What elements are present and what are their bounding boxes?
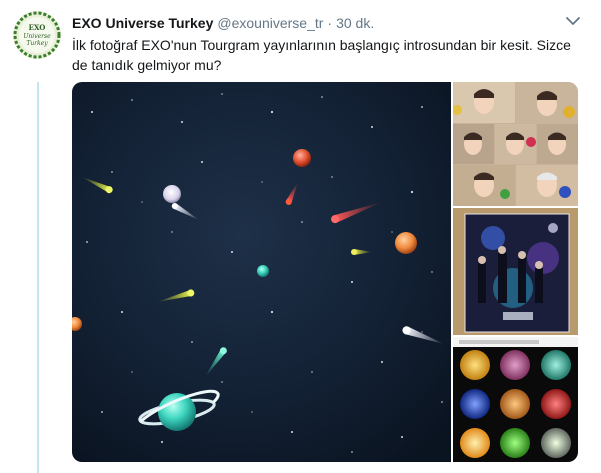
avatar[interactable]: EXO Universe Turkey [13, 11, 61, 59]
tweet-header: EXO Universe Turkey @exouniverse_tr · 30… [72, 13, 581, 33]
poster-image [453, 208, 578, 335]
media-photo-sun-grid[interactable] [453, 337, 578, 462]
media-grid [72, 82, 578, 462]
portrait-grid-image [453, 82, 578, 206]
media-photo-poster[interactable] [453, 208, 578, 335]
space-illustration [72, 82, 451, 462]
chevron-down-icon[interactable] [566, 16, 580, 26]
separator-dot: · [327, 15, 333, 31]
tweet-text: İlk fotoğraf EXO'nun Tourgram yayınların… [72, 37, 571, 73]
sun-grid-image [453, 337, 578, 462]
avatar-logo: EXO Universe Turkey [13, 11, 61, 59]
svg-text:Turkey: Turkey [26, 40, 48, 47]
thread-connector-line [37, 82, 39, 473]
user-handle[interactable]: @exouniverse_tr [217, 15, 323, 31]
display-name[interactable]: EXO Universe Turkey [72, 15, 213, 31]
svg-text:EXO: EXO [29, 23, 46, 32]
media-photo-portraits[interactable] [453, 82, 578, 206]
svg-text:Universe: Universe [23, 33, 51, 40]
media-photo-space[interactable] [72, 82, 451, 462]
timestamp[interactable]: 30 dk. [336, 15, 374, 31]
